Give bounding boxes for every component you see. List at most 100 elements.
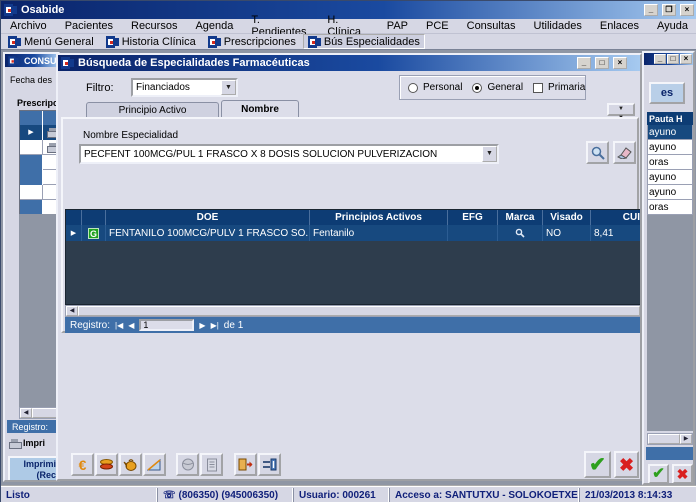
menu-agenda[interactable]: Agenda [186, 20, 242, 32]
menu-consultas[interactable]: Consultas [458, 20, 525, 32]
pauta-row[interactable]: ayuno [647, 140, 693, 155]
osabide-main-window: Osabide _ ❐ × Archivo Pacientes Recursos… [0, 0, 696, 502]
accept-button[interactable]: ✔ [648, 464, 669, 484]
nombre-especialidad-combobox[interactable]: PECFENT 100MCG/PUL 1 FRASCO X 8 DOSIS SO… [79, 144, 499, 164]
status-left: Listo [1, 490, 157, 501]
dropdown-arrow-icon[interactable]: ▼ [482, 146, 497, 162]
minimize-icon[interactable]: _ [577, 57, 591, 69]
last-record-icon[interactable]: ▶| [211, 321, 219, 330]
ficha-button-disabled[interactable] [200, 453, 223, 476]
toolbar-historia-clinica[interactable]: Historia Clínica [101, 34, 201, 49]
dropdown-arrow-icon[interactable]: ▼ [221, 80, 236, 95]
menu-pap[interactable]: PAP [378, 20, 417, 32]
toolbar-prescripciones[interactable]: Prescripciones [203, 34, 301, 49]
cui-col-header[interactable]: CUI [591, 210, 640, 225]
search-button[interactable] [586, 141, 609, 164]
right-window-titlebar[interactable]: _ □ × [644, 53, 693, 65]
tab-principio-activo[interactable]: Principio Activo [86, 102, 219, 117]
pauta-row-selected[interactable]: ayuno [647, 125, 693, 140]
right-registro-bar [646, 447, 694, 460]
right-horizontal-scrollbar[interactable]: ▶ [647, 433, 693, 445]
grid-empty-area [647, 215, 693, 431]
pauta-row[interactable]: oras [647, 200, 693, 215]
dialog-title: Búsqueda de Especialidades Farmacéuticas [78, 57, 310, 69]
scroll-left-icon[interactable]: ◀ [20, 408, 32, 418]
transfer-button[interactable] [258, 453, 281, 476]
window-title: Osabide [21, 4, 64, 16]
menu-ayuda[interactable]: Ayuda [648, 20, 696, 32]
restore-icon[interactable]: ❐ [662, 4, 676, 16]
menu-utilidades[interactable]: Utilidades [525, 20, 591, 32]
pauta-grid[interactable]: Pauta H ayuno ayuno oras ayuno ayuno ora… [647, 112, 693, 215]
visado-col-header[interactable]: Visado [543, 210, 591, 225]
euro-icon: € [79, 457, 87, 473]
toolbar-menu-general[interactable]: Menú General [3, 34, 99, 49]
scroll-left-icon[interactable]: ◀ [66, 306, 78, 316]
grid-empty-area [19, 214, 60, 407]
formula-button[interactable] [119, 453, 142, 476]
scroll-right-icon[interactable]: ▶ [680, 434, 692, 444]
close-icon[interactable]: × [680, 54, 692, 64]
grid-horizontal-scrollbar[interactable]: ◀ [65, 305, 641, 317]
cancel-button[interactable]: ✖ [672, 464, 693, 484]
close-icon[interactable]: × [680, 4, 694, 16]
doe-col-header[interactable]: DOE [106, 210, 310, 225]
menu-pce[interactable]: PCE [417, 20, 458, 32]
fecha-label: Fecha des [10, 75, 52, 85]
maximize-icon[interactable]: □ [667, 54, 679, 64]
primaria-checkbox[interactable] [533, 83, 543, 93]
next-record-icon[interactable]: ▶ [199, 321, 205, 330]
precio-button[interactable]: € [71, 453, 94, 476]
marca-col-header[interactable]: Marca [498, 210, 543, 225]
efg-col-header[interactable]: EFG [448, 210, 498, 225]
consultation-title: CONSULT [24, 56, 60, 66]
cui-cell: 8,41 [591, 225, 640, 241]
cancel-button[interactable]: ✖ [614, 451, 639, 478]
record-number-field[interactable]: 1 [139, 319, 194, 331]
menu-enlaces[interactable]: Enlaces [591, 20, 648, 32]
imprimir-receta-button[interactable]: Imprimi (Rec [8, 456, 60, 482]
menu-archivo[interactable]: Archivo [1, 20, 56, 32]
prev-record-icon[interactable]: ◀ [128, 321, 134, 330]
prescriptions-mini-grid[interactable]: ▶ [19, 110, 60, 214]
left-horizontal-scrollbar[interactable]: ◀ [19, 407, 60, 419]
grafico-button[interactable] [143, 453, 166, 476]
tab-nombre[interactable]: Nombre [221, 100, 299, 117]
export-button[interactable] [234, 453, 257, 476]
results-grid[interactable]: DOE Principios Activos EFG Marca Visado … [65, 209, 641, 305]
accept-button[interactable]: ✔ [584, 451, 611, 478]
toolbar-label: Historia Clínica [122, 36, 196, 48]
maximize-icon[interactable]: □ [595, 57, 609, 69]
minimize-icon[interactable]: _ [644, 4, 658, 16]
record-count-label: de 1 [224, 320, 243, 331]
toolbar-bus-especialidades[interactable]: Bús Especialidades [303, 34, 425, 49]
app-toolbar: Menú General Historia Clínica Prescripci… [1, 34, 696, 50]
principios-col-header[interactable]: Principios Activos [310, 210, 448, 225]
clipped-button-fragment[interactable]: es [649, 82, 685, 104]
record-pager-bar: Registro: |◀ ◀ 1 ▶ ▶| de 1 [65, 317, 641, 333]
menu-pacientes[interactable]: Pacientes [56, 20, 122, 32]
consultation-titlebar[interactable]: CONSULT [5, 54, 58, 67]
pauta-row[interactable]: ayuno [647, 170, 693, 185]
pauta-row[interactable]: ayuno [647, 185, 693, 200]
personal-radio[interactable] [408, 83, 418, 93]
dialog-titlebar[interactable]: Búsqueda de Especialidades Farmacéuticas… [58, 55, 640, 71]
imprimir-checkbox-row[interactable]: Impri [9, 438, 45, 448]
aportacion-button[interactable] [95, 453, 118, 476]
menubar: Archivo Pacientes Recursos Agenda T. Pen… [1, 19, 696, 34]
menu-recursos[interactable]: Recursos [122, 20, 186, 32]
pauta-column-header[interactable]: Pauta H [647, 112, 693, 125]
interacciones-button-disabled[interactable] [176, 453, 199, 476]
scrollbar-thumb[interactable] [648, 434, 680, 444]
clear-button[interactable] [613, 141, 636, 164]
filtro-combobox[interactable]: Financiados ▼ [131, 78, 238, 97]
close-icon[interactable]: × [613, 57, 627, 69]
general-radio[interactable] [472, 83, 482, 93]
chevron-expand-icon[interactable]: ▼▼ [607, 103, 635, 116]
first-record-icon[interactable]: |◀ [115, 321, 123, 330]
pauta-row[interactable]: oras [647, 155, 693, 170]
minimize-icon[interactable]: _ [654, 54, 666, 64]
result-row[interactable]: ▶ G FENTANILO 100MCG/PULV 1 FRASCO SO...… [66, 225, 640, 241]
scrollbar-thumb[interactable] [78, 306, 640, 316]
visado-cell: NO [543, 225, 591, 241]
